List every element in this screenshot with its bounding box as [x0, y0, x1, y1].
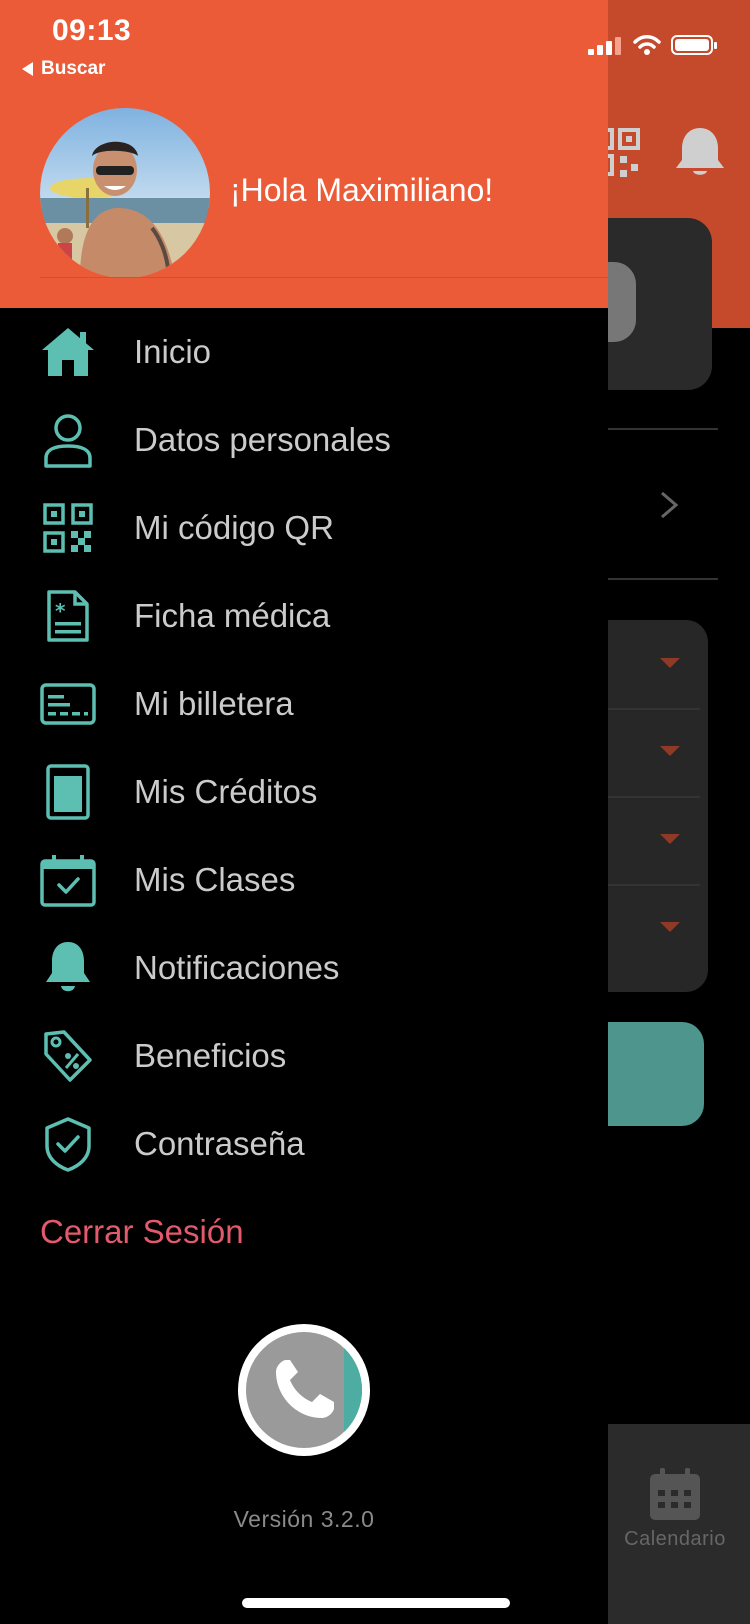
caret-down-icon [660, 834, 680, 844]
greeting-text: ¡Hola Maximiliano! [230, 172, 494, 208]
menu-item-mis-clases[interactable]: Mis Clases [0, 836, 608, 924]
svg-text:*: * [55, 599, 66, 623]
app-version: Versión 3.2.0 [233, 1506, 375, 1532]
status-icons [588, 34, 717, 56]
calendar-icon[interactable] [648, 1466, 702, 1522]
caret-down-icon [660, 922, 680, 932]
tab-calendario-label[interactable]: Calendario [600, 1528, 750, 1551]
medical-file-icon: * [38, 586, 98, 646]
menu-label-datos-personales: Datos personales [134, 421, 391, 458]
menu-item-contrasena[interactable]: Contraseña [0, 1100, 608, 1188]
menu-item-mi-billetera[interactable]: Mi billetera [0, 660, 608, 748]
menu-label-ficha-medica: Ficha médica [134, 597, 331, 634]
menu-label-notificaciones: Notificaciones [134, 949, 340, 986]
menu-label-mis-clases: Mis Clases [134, 861, 296, 898]
menu-label-contrasena: Contraseña [134, 1125, 305, 1162]
menu-label-mi-billetera: Mi billetera [134, 685, 294, 722]
call-button-inner [246, 1332, 362, 1448]
menu-item-beneficios[interactable]: Beneficios [0, 1012, 608, 1100]
menu-item-mi-codigo-qr[interactable]: Mi código QR [0, 484, 608, 572]
menu-label-inicio: Inicio [134, 333, 212, 370]
avatar-photo [40, 108, 210, 278]
battery-icon [671, 35, 717, 55]
shield-check-icon [38, 1114, 98, 1174]
menu-label-mis-creditos: Mis Créditos [134, 773, 318, 810]
background-divider [608, 428, 718, 430]
credits-icon [38, 762, 98, 822]
status-time: 09:13 [52, 14, 132, 47]
call-button[interactable] [238, 1324, 370, 1456]
calendar-check-icon [38, 850, 98, 910]
tag-icon [38, 1026, 98, 1086]
bell-icon[interactable] [672, 124, 728, 180]
back-to-search-link[interactable]: Buscar [22, 58, 105, 80]
side-drawer: 09:13 Buscar ¡Hola Maximiliano! Inicio D… [0, 0, 717, 1624]
header-divider [40, 277, 608, 278]
user-icon [38, 410, 98, 470]
drawer-header: 09:13 Buscar ¡Hola Maximiliano! [0, 0, 717, 308]
phone-icon [276, 1360, 334, 1418]
home-indicator[interactable] [242, 1598, 510, 1608]
home-icon [38, 322, 98, 382]
qr-code-icon [38, 498, 98, 558]
qr-code-icon[interactable] [604, 126, 642, 178]
wallet-card-icon [38, 674, 98, 734]
cellular-signal-icon [588, 35, 621, 55]
chevron-right-icon[interactable] [658, 490, 682, 520]
background-divider [608, 578, 718, 580]
menu-item-notificaciones[interactable]: Notificaciones [0, 924, 608, 1012]
avatar[interactable] [40, 108, 210, 278]
back-link-label: Buscar [41, 58, 106, 79]
caret-down-icon [660, 658, 680, 668]
wifi-icon [633, 35, 661, 55]
logout-button[interactable]: Cerrar Sesión [40, 1213, 244, 1251]
menu-item-mis-creditos[interactable]: Mis Créditos [0, 748, 608, 836]
menu-label-mi-codigo-qr: Mi código QR [134, 509, 334, 546]
menu-item-ficha-medica[interactable]: * Ficha médica [0, 572, 608, 660]
bell-icon [38, 938, 98, 998]
back-arrow-icon [22, 62, 33, 76]
menu-item-datos-personales[interactable]: Datos personales [0, 396, 608, 484]
menu-label-beneficios: Beneficios [134, 1037, 287, 1074]
app-screen: Calendario 09:13 Buscar ¡Hola Maximilian… [0, 0, 750, 1624]
menu-item-inicio[interactable]: Inicio [0, 308, 608, 396]
call-button-accent [344, 1332, 362, 1448]
caret-down-icon [660, 746, 680, 756]
